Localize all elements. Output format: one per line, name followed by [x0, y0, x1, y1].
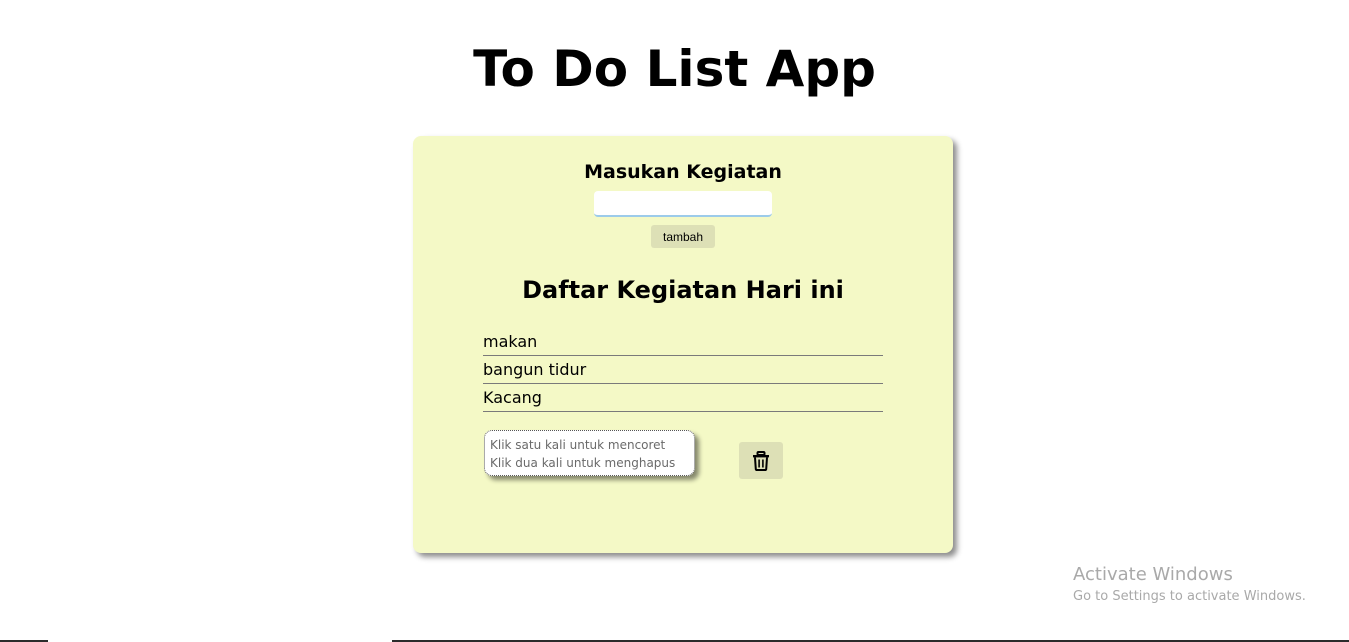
- hint-line-single-click: Klik satu kali untuk mencoret: [490, 438, 666, 452]
- watermark-subtitle: Go to Settings to activate Windows.: [1073, 589, 1306, 604]
- hint-box: Klik satu kali untuk mencoret Klik dua k…: [484, 430, 695, 476]
- watermark-title: Activate Windows: [1073, 564, 1233, 585]
- todo-card: Masukan Kegiatan tambah Daftar Kegiatan …: [413, 136, 953, 553]
- delete-button[interactable]: [739, 442, 783, 479]
- windows-activation-watermark: Activate Windows Go to Settings to activ…: [1073, 564, 1306, 608]
- add-button[interactable]: tambah: [651, 225, 715, 248]
- task-item[interactable]: Kacang: [483, 384, 883, 412]
- task-input[interactable]: [594, 191, 772, 217]
- hint-line-double-click: Klik dua kali untuk menghapus: [490, 456, 676, 470]
- task-item[interactable]: bangun tidur: [483, 356, 883, 384]
- list-heading: Daftar Kegiatan Hari ini: [522, 276, 844, 304]
- trash-icon: [752, 450, 770, 471]
- input-heading: Masukan Kegiatan: [584, 161, 782, 183]
- task-item[interactable]: makan: [483, 328, 883, 356]
- app-title: To Do List App: [473, 40, 876, 98]
- task-list: makan bangun tidur Kacang: [483, 328, 883, 412]
